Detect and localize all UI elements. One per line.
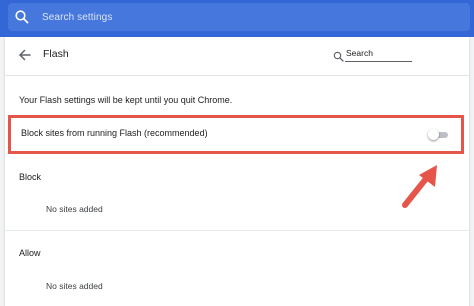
toggle-knob: [428, 129, 439, 140]
settings-search-input[interactable]: Search settings: [42, 12, 112, 23]
page-title: Flash: [43, 48, 69, 60]
arrow-back-icon[interactable]: [17, 47, 33, 63]
subpage-search[interactable]: Search: [333, 48, 413, 64]
top-bar: Search settings: [0, 0, 474, 37]
settings-search-box[interactable]: Search settings: [8, 3, 470, 31]
block-empty-text: No sites added: [46, 204, 103, 214]
search-icon: [333, 49, 344, 62]
block-section-title: Block: [19, 172, 42, 182]
section-divider: [5, 230, 469, 231]
search-icon: [14, 9, 30, 25]
block-flash-toggle[interactable]: [428, 128, 450, 142]
subpage-header: Flash Search: [5, 37, 469, 76]
annotation-arrow-icon: [397, 163, 445, 213]
flash-settings-panel: Flash Search Your Flash settings will be…: [5, 37, 469, 306]
allow-empty-text: No sites added: [46, 281, 103, 291]
search-underline: [345, 61, 412, 62]
block-flash-setting-row[interactable]: Block sites from running Flash (recommen…: [8, 115, 464, 154]
block-flash-label: Block sites from running Flash (recommen…: [21, 128, 208, 138]
flash-info-text: Your Flash settings will be kept until y…: [19, 95, 233, 105]
allow-section-title: Allow: [19, 248, 41, 258]
subpage-search-input[interactable]: Search: [346, 48, 373, 58]
